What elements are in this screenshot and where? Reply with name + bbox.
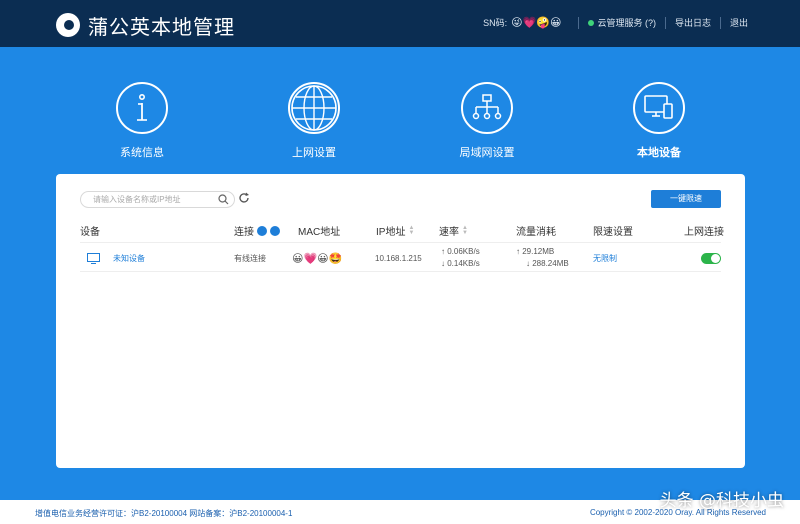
nav-label: 本地设备	[637, 147, 681, 159]
search-icon[interactable]	[218, 194, 229, 205]
search-input[interactable]: 请输入设备名称或IP地址	[80, 191, 235, 208]
app-title: 蒲公英本地管理	[88, 15, 235, 39]
globe-icon	[288, 82, 340, 134]
cloud-status-dot-icon	[588, 19, 595, 26]
traffic-up: ↑ 29.12MB	[516, 247, 555, 256]
header-device: 设备	[80, 227, 100, 238]
nav-label: 上网设置	[292, 147, 336, 159]
top-right-area: SN码: 😜💗🤪😀 云管理服务 (?) 导出日志 退出	[483, 16, 748, 29]
header-mac: MAC地址	[298, 227, 341, 238]
one-click-limit-button[interactable]: 一键限速	[651, 190, 721, 208]
divider	[664, 16, 666, 29]
network-tree-icon	[461, 82, 513, 134]
devices-icon	[633, 82, 685, 134]
header-traffic: 流量消耗	[516, 227, 556, 238]
nav-item-local-devices[interactable]: 本地设备	[599, 82, 719, 160]
nav-item-lan-settings[interactable]: 局域网设置	[427, 82, 547, 160]
info-icon	[116, 82, 168, 134]
device-name-link[interactable]: 未知设备	[113, 244, 145, 272]
mac-address: 😀💗😀🤩	[292, 252, 343, 265]
wifi-filter-icon[interactable]	[257, 225, 267, 236]
monitor-icon	[87, 244, 100, 272]
table-row: 未知设备 有线连接 😀💗😀🤩 10.168.1.215 ↑ 0.06KB/s ↓…	[80, 244, 721, 272]
devices-panel: 请输入设备名称或IP地址 一键限速 设备 连接 MAC地址 IP地址 ▲ ▼ 速率 ▲…	[56, 174, 745, 468]
speed-up: ↑ 0.06KB/s	[441, 247, 480, 256]
divider	[719, 16, 721, 29]
main-nav: 系统信息 上网设置 局域网设置 本地设备	[0, 47, 800, 177]
refresh-icon[interactable]	[238, 192, 250, 204]
sort-icon[interactable]: ▲ ▼	[408, 225, 414, 236]
nav-label: 系统信息	[120, 147, 164, 159]
export-log-link[interactable]: 导出日志	[675, 16, 711, 29]
traffic-cell: ↑ 29.12MB ↓ 288.24MB	[516, 244, 569, 272]
internet-toggle-cell	[701, 244, 721, 272]
header-ip[interactable]: IP地址 ▲ ▼	[376, 223, 414, 239]
top-bar: 蒲公英本地管理 SN码: 😜💗🤪😀 云管理服务 (?) 导出日志 退出	[0, 0, 800, 47]
internet-toggle[interactable]	[701, 252, 721, 264]
logo-icon	[56, 13, 80, 37]
wired-filter-icon[interactable]	[270, 225, 280, 236]
sort-icon[interactable]: ▲ ▼	[462, 225, 468, 236]
header-connection: 连接	[234, 223, 280, 238]
header-speed[interactable]: 速率 ▲ ▼	[439, 223, 468, 239]
header-limit: 限速设置	[593, 227, 633, 238]
nav-item-system-info[interactable]: 系统信息	[82, 82, 202, 160]
logout-link[interactable]: 退出	[730, 16, 748, 29]
ip-address: 10.168.1.215	[375, 253, 422, 263]
sn-label: SN码:	[483, 18, 508, 28]
connection-type: 有线连接	[234, 253, 266, 263]
search-placeholder: 请输入设备名称或IP地址	[93, 195, 181, 204]
limit-setting-link[interactable]: 无限制	[593, 244, 617, 272]
table-header: 设备 连接 MAC地址 IP地址 ▲ ▼ 速率 ▲ ▼ 流量消耗 限速设置 上网连接	[80, 223, 724, 243]
cloud-service-link[interactable]: 云管理服务 (?)	[597, 16, 656, 29]
traffic-down: ↓ 288.24MB	[526, 259, 569, 268]
sn-value: 😜💗🤪😀	[511, 17, 562, 29]
nav-item-internet-settings[interactable]: 上网设置	[254, 82, 374, 160]
header-internet: 上网连接	[684, 227, 724, 238]
speed-down: ↓ 0.14KB/s	[441, 259, 480, 268]
nav-label: 局域网设置	[459, 147, 515, 159]
divider	[578, 16, 580, 29]
footer-license: 增值电信业务经营许可证：沪B2-20100004 网站备案：沪B2-201000…	[35, 509, 293, 518]
watermark: 头条 @科技小虫	[659, 491, 784, 511]
speed-cell: ↑ 0.06KB/s ↓ 0.14KB/s	[441, 244, 480, 272]
